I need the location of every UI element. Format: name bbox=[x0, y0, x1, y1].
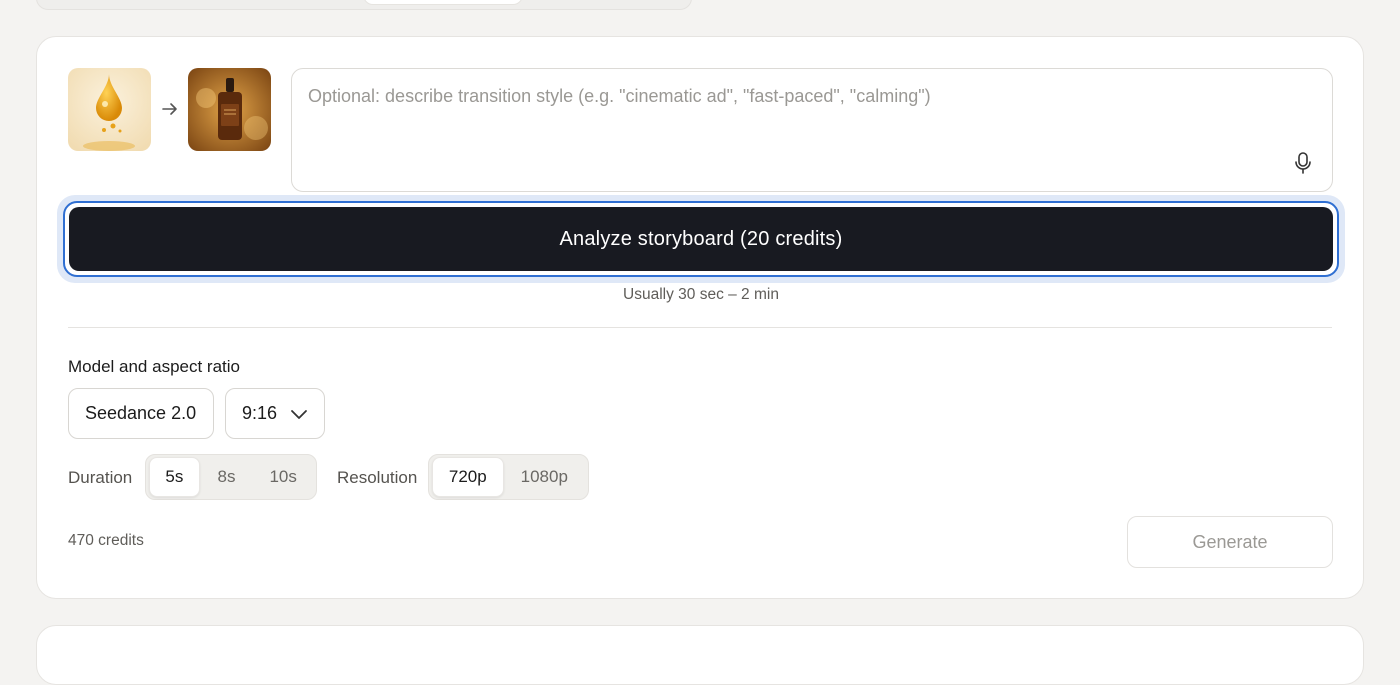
storyboard-card: Analyze storyboard (20 credits) Usually … bbox=[36, 36, 1364, 599]
duration-option-5s[interactable]: 5s bbox=[149, 457, 200, 497]
credits-balance: 470 credits bbox=[68, 532, 144, 549]
duration-option-8s[interactable]: 8s bbox=[200, 457, 254, 497]
arrow-right-icon bbox=[162, 103, 177, 115]
analyze-focus-ring: Analyze storyboard (20 credits) bbox=[57, 195, 1345, 283]
next-card bbox=[36, 625, 1364, 685]
resolution-label: Resolution bbox=[337, 468, 418, 487]
model-select[interactable]: Seedance 2.0 bbox=[68, 388, 214, 439]
chevron-down-icon bbox=[291, 409, 307, 419]
duration-option-10s[interactable]: 10s bbox=[253, 457, 313, 497]
model-value: Seedance 2.0 bbox=[85, 403, 197, 423]
analyze-duration-hint: Usually 30 sec – 2 min bbox=[623, 286, 779, 303]
analyze-storyboard-label: Analyze storyboard (20 credits) bbox=[69, 207, 1333, 271]
end-frame-thumbnail[interactable] bbox=[188, 68, 271, 151]
microphone-icon[interactable] bbox=[1292, 151, 1314, 175]
resolution-option-720p[interactable]: 720p bbox=[432, 457, 504, 497]
duration-label: Duration bbox=[68, 468, 133, 487]
resolution-option-1080p[interactable]: 1080p bbox=[504, 457, 585, 497]
duration-segmented-control: 5s 8s 10s bbox=[145, 454, 317, 500]
transition-style-input[interactable] bbox=[292, 69, 1332, 191]
aspect-ratio-value: 9:16 bbox=[242, 403, 278, 423]
top-tab-strip bbox=[36, 0, 692, 10]
generate-button[interactable]: Generate bbox=[1127, 516, 1333, 568]
transition-style-input-box bbox=[291, 68, 1333, 192]
resolution-segmented-control: 720p 1080p bbox=[428, 454, 589, 500]
start-frame-thumbnail[interactable] bbox=[68, 68, 151, 151]
section-divider bbox=[68, 327, 1332, 328]
aspect-ratio-select[interactable]: 9:16 bbox=[225, 388, 325, 439]
model-aspect-label: Model and aspect ratio bbox=[68, 357, 240, 376]
analyze-storyboard-button[interactable]: Analyze storyboard (20 credits) bbox=[63, 201, 1339, 277]
top-tab-active[interactable] bbox=[363, 0, 523, 5]
